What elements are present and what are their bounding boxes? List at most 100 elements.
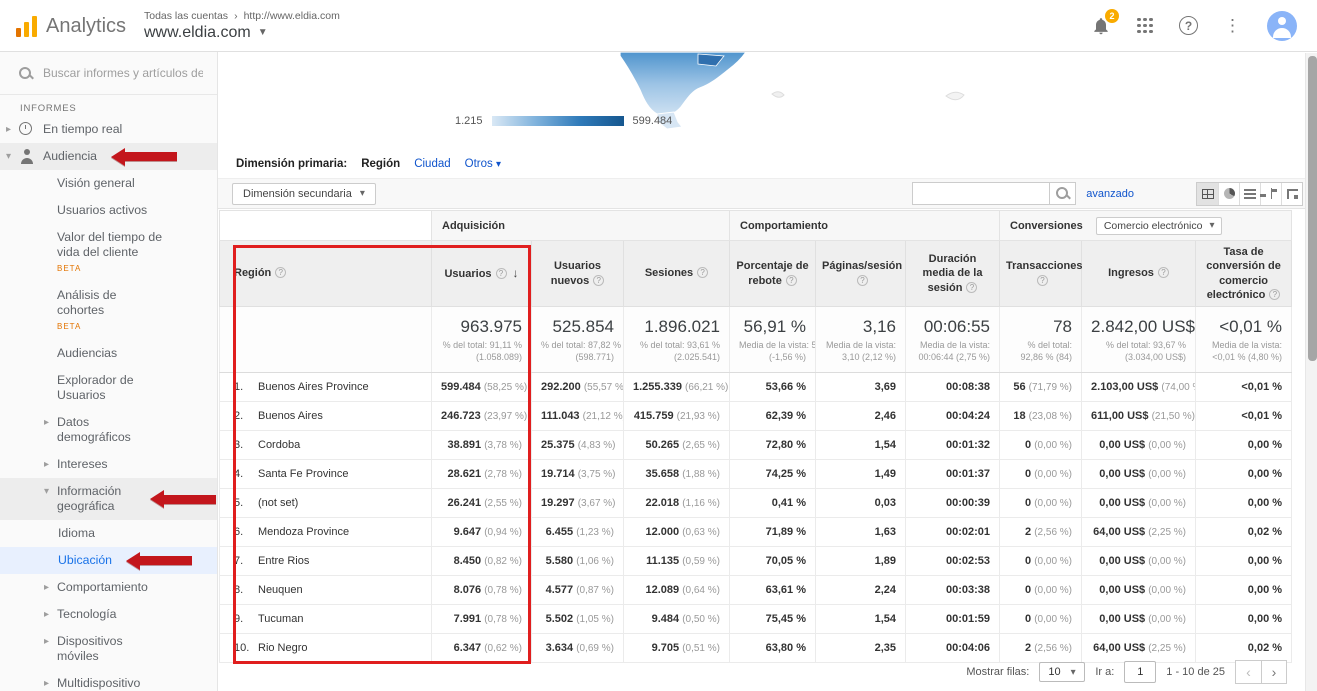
sidebar-item-valor-del-tiempo-de-vida-del-cliente[interactable]: Valor del tiempo de vida del clienteBETA: [0, 224, 217, 282]
column-header-rebote[interactable]: Porcentaje de rebote?: [730, 241, 816, 307]
sidebar-item-label: Información geográfica: [57, 484, 163, 514]
sidebar-item-idioma[interactable]: Idioma: [0, 520, 217, 547]
region-link[interactable]: Rio Negro: [258, 642, 308, 654]
sidebar-search[interactable]: [0, 52, 217, 95]
sidebar-item-dispositivos-m-viles[interactable]: ▸Dispositivos móviles: [0, 628, 217, 670]
apps-grid-icon[interactable]: [1137, 18, 1153, 34]
region-link[interactable]: Mendoza Province: [258, 526, 349, 538]
metric-cell: 70,05 %: [730, 547, 816, 576]
group-empty-cell: [220, 211, 432, 241]
rows-per-page-select[interactable]: 10 ▾: [1039, 662, 1085, 682]
region-link[interactable]: Cordoba: [258, 439, 300, 451]
metric-cell: 1.255.339 (66,21 %): [624, 373, 730, 402]
overflow-menu-icon[interactable]: ⋮: [1224, 16, 1241, 36]
help-icon[interactable]: ?: [786, 275, 797, 286]
sidebar-item-en-tiempo-real[interactable]: ▸En tiempo real: [0, 116, 217, 143]
help-icon[interactable]: ?: [496, 268, 507, 279]
account-selector[interactable]: www.eldia.com ▼: [144, 24, 340, 42]
help-icon[interactable]: ?: [1158, 267, 1169, 278]
percentage-view-button[interactable]: [1218, 183, 1239, 205]
table-row[interactable]: 6.Mendoza Province9.647 (0,94 %)6.455 (1…: [220, 518, 1292, 547]
column-header-sesiones[interactable]: Sesiones?: [624, 241, 730, 307]
sidebar-item-datos-demogr-ficos[interactable]: ▸Datos demográficos: [0, 409, 217, 451]
breadcrumb[interactable]: Todas las cuentas › http://www.eldia.com: [144, 10, 340, 22]
region-link[interactable]: Tucuman: [258, 613, 303, 625]
table-row[interactable]: 8.Neuquen8.076 (0,78 %)4.577 (0,87 %)12.…: [220, 576, 1292, 605]
secondary-dimension-button[interactable]: Dimensión secundaria ▾: [232, 183, 376, 205]
column-header-paginas-sesion[interactable]: Páginas/sesión?: [816, 241, 906, 307]
group-conversiones: Conversiones Comercio electrónico ▾: [1000, 211, 1292, 241]
metric-cell: 8.076 (0,78 %): [432, 576, 532, 605]
help-icon[interactable]: ?: [275, 267, 286, 278]
sidebar-item-label: Comportamiento: [57, 580, 148, 595]
performance-view-button[interactable]: [1239, 183, 1260, 205]
help-icon[interactable]: ?: [1037, 275, 1048, 286]
table-row[interactable]: 7.Entre Rios8.450 (0,82 %)5.580 (1,06 %)…: [220, 547, 1292, 576]
sidebar-item-visi-n-general[interactable]: Visión general: [0, 170, 217, 197]
metric-cell: 12.089 (0,64 %): [624, 576, 730, 605]
vertical-scrollbar[interactable]: [1305, 53, 1317, 691]
table-row[interactable]: 2.Buenos Aires246.723 (23,97 %)111.043 (…: [220, 402, 1292, 431]
ecommerce-dropdown[interactable]: Comercio electrónico ▾: [1096, 217, 1223, 235]
search-input[interactable]: [43, 66, 203, 80]
table-search-button[interactable]: [1050, 182, 1076, 205]
dimension-ciudad[interactable]: Ciudad: [414, 158, 450, 170]
advanced-link[interactable]: avanzado: [1086, 188, 1134, 200]
sidebar-item-multidispositivo[interactable]: ▸MultidispositivoBETA: [0, 670, 217, 691]
region-link[interactable]: (not set): [258, 497, 298, 509]
help-icon[interactable]: ?: [593, 275, 604, 286]
metric-cell: 0,00 US$ (0,00 %): [1082, 547, 1196, 576]
table-view-button[interactable]: [1197, 183, 1218, 205]
column-header-ingresos[interactable]: Ingresos?: [1082, 241, 1196, 307]
sidebar-item-audiencias[interactable]: Audiencias: [0, 340, 217, 367]
dimension-otros[interactable]: Otros ▾: [465, 158, 501, 170]
metric-cell: 50.265 (2,65 %): [624, 431, 730, 460]
column-header-tasa-conversion[interactable]: Tasa de conversión de comercio electróni…: [1196, 241, 1292, 307]
table-row[interactable]: 3.Cordoba38.891 (3,78 %)25.375 (4,83 %)5…: [220, 431, 1292, 460]
region-link[interactable]: Santa Fe Province: [258, 468, 349, 480]
table-row[interactable]: 9.Tucuman7.991 (0,78 %)5.502 (1,05 %)9.4…: [220, 605, 1292, 634]
sidebar-item-informaci-n-geogr-fica[interactable]: ▾Información geográfica: [0, 478, 217, 520]
help-icon[interactable]: ?: [1179, 16, 1198, 35]
goto-page-input[interactable]: [1124, 661, 1156, 683]
column-header-usuarios-nuevos[interactable]: Usuarios nuevos?: [532, 241, 624, 307]
column-header-region[interactable]: Región?: [220, 241, 432, 307]
region-link[interactable]: Entre Rios: [258, 555, 309, 567]
column-header-usuarios[interactable]: Usuarios?↓: [432, 241, 532, 307]
sidebar-item-explorador-de-usuarios[interactable]: Explorador de Usuarios: [0, 367, 217, 409]
sidebar-item-intereses[interactable]: ▸Intereses: [0, 451, 217, 478]
table-row[interactable]: 5.(not set)26.241 (2,55 %)19.297 (3,67 %…: [220, 489, 1292, 518]
table-row[interactable]: 4.Santa Fe Province28.621 (2,78 %)19.714…: [220, 460, 1292, 489]
sidebar-item-ubicaci-n[interactable]: Ubicación: [0, 547, 217, 574]
analytics-logo[interactable]: Analytics: [0, 15, 128, 37]
sidebar-item-usuarios-activos[interactable]: Usuarios activos: [0, 197, 217, 224]
sidebar-item-tecnolog-a[interactable]: ▸Tecnología: [0, 601, 217, 628]
table-row[interactable]: 1.Buenos Aires Province599.484 (58,25 %)…: [220, 373, 1292, 402]
sidebar-item-audiencia[interactable]: ▾Audiencia: [0, 143, 217, 170]
region-link[interactable]: Buenos Aires: [258, 410, 323, 422]
help-icon[interactable]: ?: [697, 267, 708, 278]
sidebar-item-comportamiento[interactable]: ▸Comportamiento: [0, 574, 217, 601]
dimension-region[interactable]: Región: [361, 158, 400, 170]
table-search-input[interactable]: [912, 182, 1050, 205]
region-link[interactable]: Neuquen: [258, 584, 303, 596]
comparison-view-button[interactable]: [1260, 183, 1281, 205]
geo-map[interactable]: [548, 52, 1038, 152]
column-header-transacciones[interactable]: Transacciones?: [1000, 241, 1082, 307]
metric-cell: 0,41 %: [730, 489, 816, 518]
chevron-right-icon: ▸: [6, 122, 19, 137]
column-header-duracion[interactable]: Duración media de la sesión?: [906, 241, 1000, 307]
next-page-button[interactable]: ›: [1261, 660, 1287, 684]
help-icon[interactable]: ?: [1269, 289, 1280, 300]
help-icon[interactable]: ?: [857, 275, 868, 286]
help-icon[interactable]: ?: [966, 282, 977, 293]
row-rank: 3.: [234, 439, 258, 451]
notifications-button[interactable]: 2: [1091, 16, 1111, 36]
prev-page-button[interactable]: ‹: [1235, 660, 1261, 684]
avatar[interactable]: [1267, 11, 1297, 41]
sidebar-item-an-lisis-de-cohortes[interactable]: Análisis de cohortesBETA: [0, 282, 217, 340]
region-link[interactable]: Buenos Aires Province: [258, 381, 369, 393]
sidebar-item-label: Idioma: [58, 526, 95, 541]
pivot-view-button[interactable]: [1281, 183, 1302, 205]
scrollbar-thumb[interactable]: [1308, 56, 1317, 361]
